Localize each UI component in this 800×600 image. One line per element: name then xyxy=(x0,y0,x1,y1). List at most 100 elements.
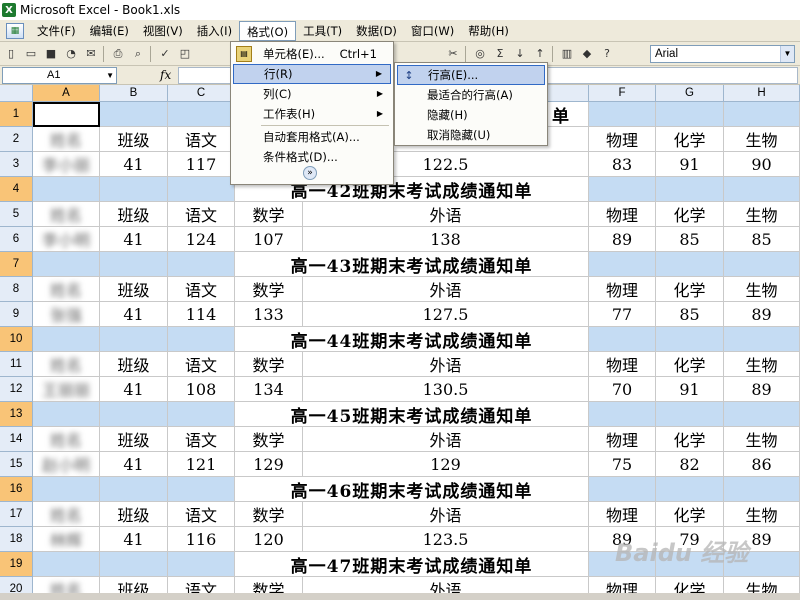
chevron-down-icon[interactable]: ▼ xyxy=(106,68,114,83)
expand-menu-icon[interactable]: » xyxy=(303,166,317,180)
report-title-cell[interactable]: 高一44班期末考试成绩通知单 xyxy=(235,327,589,352)
excel-app-icon[interactable]: X xyxy=(2,3,16,17)
submenu-item-unhide[interactable]: 取消隐藏(U) xyxy=(397,125,545,145)
cell-c14[interactable]: 语文 xyxy=(168,427,235,452)
cell-g9[interactable]: 85 xyxy=(656,302,724,327)
cell-g12[interactable]: 91 xyxy=(656,377,724,402)
print-preview-icon[interactable]: ⌕ xyxy=(129,45,147,63)
column-header-h[interactable]: H xyxy=(724,85,800,102)
cell-c18[interactable]: 116 xyxy=(168,527,235,552)
cell-h7[interactable] xyxy=(724,252,800,277)
cell-h4[interactable] xyxy=(724,177,800,202)
cell-b4[interactable] xyxy=(100,177,168,202)
cell-h12[interactable]: 89 xyxy=(724,377,800,402)
cell-c6[interactable]: 124 xyxy=(168,227,235,252)
cell-f9[interactable]: 77 xyxy=(589,302,656,327)
cell-a8[interactable]: 姓名 xyxy=(33,277,100,302)
cell-a15[interactable]: 赵小明 xyxy=(33,452,100,477)
cell-g15[interactable]: 82 xyxy=(656,452,724,477)
autosum-icon[interactable]: Σ xyxy=(491,45,509,63)
cell-g6[interactable]: 85 xyxy=(656,227,724,252)
cell-b1[interactable] xyxy=(100,102,168,127)
cell-b16[interactable] xyxy=(100,477,168,502)
cell-f16[interactable] xyxy=(589,477,656,502)
cell-a12[interactable]: 王丽丽 xyxy=(33,377,100,402)
menu-item-cells[interactable]: ▤ 单元格(E)... Ctrl+1 xyxy=(233,44,391,64)
cell-h6[interactable]: 85 xyxy=(724,227,800,252)
report-title-cell[interactable]: 高一43班期末考试成绩通知单 xyxy=(235,252,589,277)
cell-g10[interactable] xyxy=(656,327,724,352)
submenu-item-row-height[interactable]: ↕ 行高(E)... xyxy=(397,65,545,85)
cell-b15[interactable]: 41 xyxy=(100,452,168,477)
cell-e15[interactable]: 129 xyxy=(303,452,589,477)
cell-c1[interactable] xyxy=(168,102,235,127)
row-header-17[interactable]: 17 xyxy=(0,502,33,527)
chevron-down-icon[interactable]: ▼ xyxy=(780,46,794,62)
cell-e18[interactable]: 123.5 xyxy=(303,527,589,552)
cell-b11[interactable]: 班级 xyxy=(100,352,168,377)
cell-d6[interactable]: 107 xyxy=(235,227,303,252)
row-header-12[interactable]: 12 xyxy=(0,377,33,402)
cell-c5[interactable]: 语文 xyxy=(168,202,235,227)
cell-h2[interactable]: 生物 xyxy=(724,127,800,152)
cell-f14[interactable]: 物理 xyxy=(589,427,656,452)
menu-format[interactable]: 格式(O) xyxy=(239,20,297,41)
row-header-5[interactable]: 5 xyxy=(0,202,33,227)
menu-item-sheet[interactable]: 工作表(H) ▶ xyxy=(233,104,391,124)
cell-f15[interactable]: 75 xyxy=(589,452,656,477)
cell-h9[interactable]: 89 xyxy=(724,302,800,327)
cell-c15[interactable]: 121 xyxy=(168,452,235,477)
open-icon[interactable]: ▭ xyxy=(22,45,40,63)
cell-a6[interactable]: 李小明 xyxy=(33,227,100,252)
cell-f12[interactable]: 70 xyxy=(589,377,656,402)
cell-g11[interactable]: 化学 xyxy=(656,352,724,377)
cell-b7[interactable] xyxy=(100,252,168,277)
research-icon[interactable]: ◰ xyxy=(176,45,194,63)
cell-h8[interactable]: 生物 xyxy=(724,277,800,302)
cell-b8[interactable]: 班级 xyxy=(100,277,168,302)
drawing-icon[interactable]: ◆ xyxy=(578,45,596,63)
cell-a9[interactable]: 张强 xyxy=(33,302,100,327)
cell-e14[interactable]: 外语 xyxy=(303,427,589,452)
cell-f11[interactable]: 物理 xyxy=(589,352,656,377)
cell-f8[interactable]: 物理 xyxy=(589,277,656,302)
cell-a7[interactable] xyxy=(33,252,100,277)
cell-f5[interactable]: 物理 xyxy=(589,202,656,227)
row-header-9[interactable]: 9 xyxy=(0,302,33,327)
cell-d12[interactable]: 134 xyxy=(235,377,303,402)
cell-g2[interactable]: 化学 xyxy=(656,127,724,152)
column-header-c[interactable]: C xyxy=(168,85,235,102)
cell-a14[interactable]: 姓名 xyxy=(33,427,100,452)
font-name-select[interactable]: Arial ▼ xyxy=(650,45,795,63)
cell-h14[interactable]: 生物 xyxy=(724,427,800,452)
menu-edit[interactable]: 编辑(E) xyxy=(83,21,136,41)
cell-h16[interactable] xyxy=(724,477,800,502)
cell-f10[interactable] xyxy=(589,327,656,352)
cell-a2[interactable]: 姓名 xyxy=(33,127,100,152)
cell-c8[interactable]: 语文 xyxy=(168,277,235,302)
cell-c12[interactable]: 108 xyxy=(168,377,235,402)
cell-a5[interactable]: 姓名 xyxy=(33,202,100,227)
menu-view[interactable]: 视图(V) xyxy=(136,21,190,41)
menu-item-conditional-format[interactable]: 条件格式(D)... xyxy=(233,147,391,167)
cell-d18[interactable]: 120 xyxy=(235,527,303,552)
cell-c16[interactable] xyxy=(168,477,235,502)
cell-g8[interactable]: 化学 xyxy=(656,277,724,302)
row-header-18[interactable]: 18 xyxy=(0,527,33,552)
cell-f3[interactable]: 83 xyxy=(589,152,656,177)
sort-descending-icon[interactable]: ↑ xyxy=(531,45,549,63)
cell-h17[interactable]: 生物 xyxy=(724,502,800,527)
cell-a13[interactable] xyxy=(33,402,100,427)
cell-f2[interactable]: 物理 xyxy=(589,127,656,152)
menu-help[interactable]: 帮助(H) xyxy=(461,21,516,41)
row-header-7[interactable]: 7 xyxy=(0,252,33,277)
cut-icon[interactable]: ✂ xyxy=(444,45,462,63)
report-title-cell[interactable]: 高一45班期末考试成绩通知单 xyxy=(235,402,589,427)
cell-h5[interactable]: 生物 xyxy=(724,202,800,227)
cell-d8[interactable]: 数学 xyxy=(235,277,303,302)
cell-c11[interactable]: 语文 xyxy=(168,352,235,377)
cell-c4[interactable] xyxy=(168,177,235,202)
cell-e9[interactable]: 127.5 xyxy=(303,302,589,327)
cell-b5[interactable]: 班级 xyxy=(100,202,168,227)
cell-h13[interactable] xyxy=(724,402,800,427)
